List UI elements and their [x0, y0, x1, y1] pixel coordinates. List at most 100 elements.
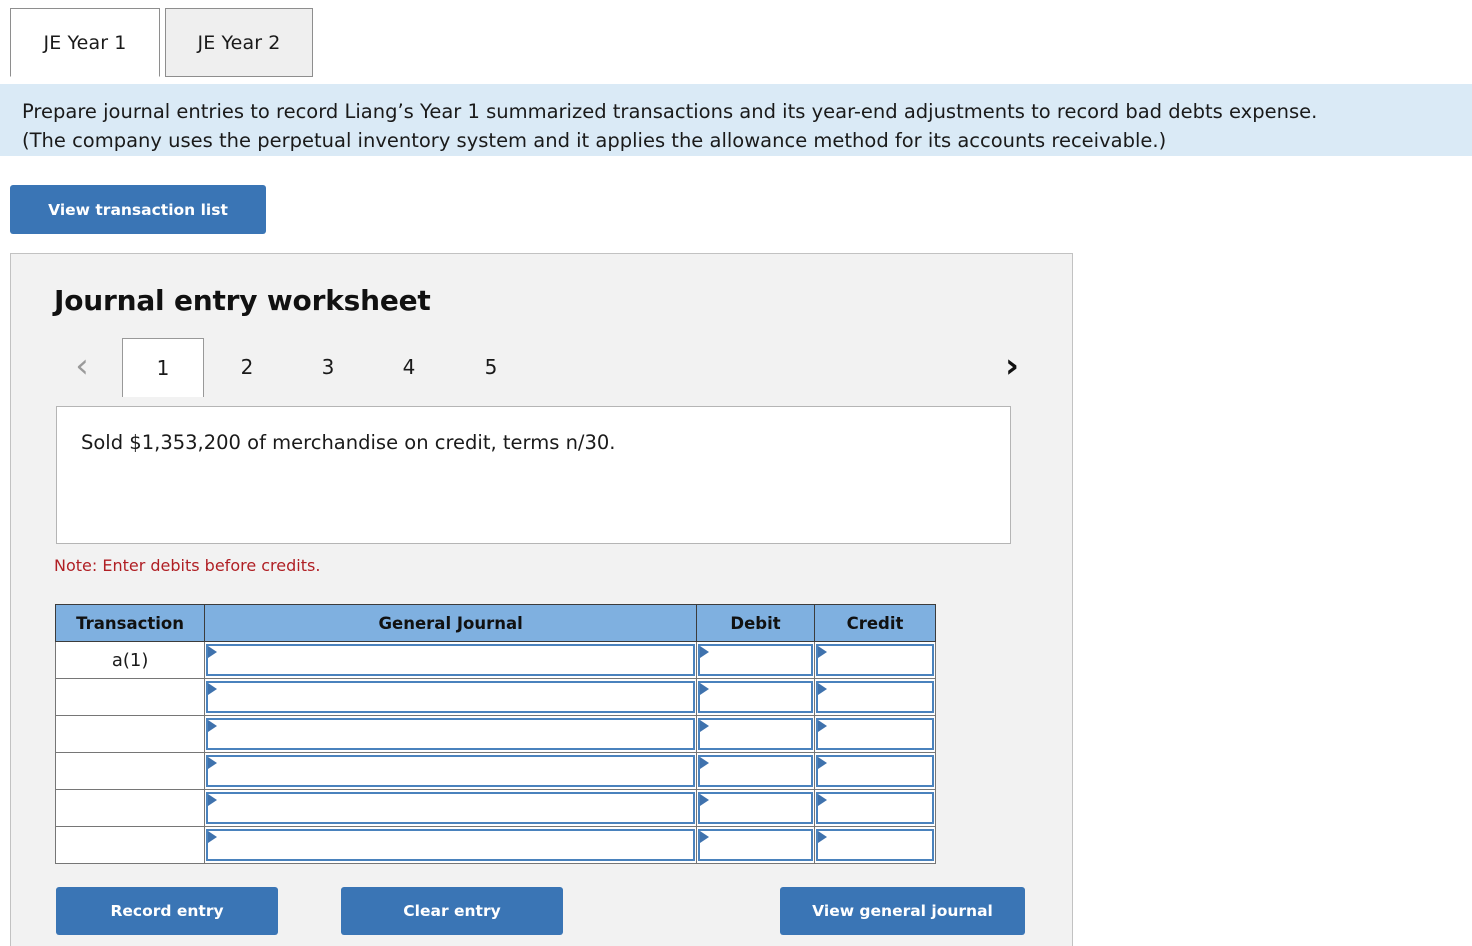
credit-input-6[interactable]	[829, 831, 930, 859]
general-journal-input-2[interactable]	[219, 683, 692, 711]
debit-input-6[interactable]	[711, 831, 810, 859]
credit-input-1[interactable]	[829, 646, 930, 674]
instruction-line-1: Prepare journal entries to record Liang’…	[22, 100, 1318, 123]
transaction-label-cell	[54, 752, 206, 790]
tab-strip: JE Year 1 JE Year 2	[0, 0, 1472, 85]
general-journal-cell[interactable]	[204, 678, 698, 716]
transaction-label-cell: a(1)	[54, 641, 206, 679]
transaction-label-cell	[54, 826, 206, 864]
debit-cell[interactable]	[696, 826, 816, 864]
worksheet-pager: ‹ 1 2 3 4 5 ›	[54, 338, 1034, 397]
table-row: a(1)	[54, 641, 936, 679]
table-row	[54, 826, 936, 864]
debit-input-2[interactable]	[711, 683, 810, 711]
credit-cell[interactable]	[814, 752, 936, 790]
credit-cell[interactable]	[814, 678, 936, 716]
credit-select-4[interactable]	[816, 755, 934, 787]
transaction-description-box: Sold $1,353,200 of merchandise on credit…	[56, 406, 1011, 544]
column-header-credit: Credit	[814, 604, 936, 642]
credit-select-2[interactable]	[816, 681, 934, 713]
record-entry-button[interactable]: Record entry	[56, 887, 278, 935]
general-journal-input-1[interactable]	[219, 646, 692, 674]
debit-select-4[interactable]	[698, 755, 814, 787]
credit-input-5[interactable]	[829, 794, 930, 822]
pager-page-2[interactable]: 2	[206, 338, 288, 396]
general-journal-cell[interactable]	[204, 715, 698, 753]
debit-select-2[interactable]	[698, 681, 814, 713]
general-journal-input-4[interactable]	[219, 757, 692, 785]
general-journal-input-6[interactable]	[219, 831, 692, 859]
table-row	[54, 789, 936, 827]
debit-input-3[interactable]	[711, 720, 810, 748]
tab-je-year-2-label: JE Year 2	[197, 31, 281, 54]
credit-select-5[interactable]	[816, 792, 934, 824]
pager-page-4[interactable]: 4	[368, 338, 450, 396]
pager-page-5[interactable]: 5	[450, 338, 532, 396]
column-header-general-journal: General Journal	[204, 604, 698, 642]
credit-input-4[interactable]	[829, 757, 930, 785]
credit-cell[interactable]	[814, 641, 936, 679]
credit-select-3[interactable]	[816, 718, 934, 750]
dropdown-triangle-icon	[700, 683, 710, 695]
debit-cell[interactable]	[696, 752, 816, 790]
credit-input-3[interactable]	[829, 720, 930, 748]
dropdown-triangle-icon	[208, 757, 218, 769]
transaction-label-cell	[54, 678, 206, 716]
general-journal-select-1[interactable]	[206, 644, 696, 676]
tab-je-year-1[interactable]: JE Year 1	[10, 8, 160, 77]
view-general-journal-button[interactable]: View general journal	[780, 887, 1025, 935]
general-journal-cell[interactable]	[204, 789, 698, 827]
credit-cell[interactable]	[814, 789, 936, 827]
dropdown-triangle-icon	[818, 683, 828, 695]
transaction-label-cell	[54, 715, 206, 753]
debit-input-1[interactable]	[711, 646, 810, 674]
debit-cell[interactable]	[696, 641, 816, 679]
dropdown-triangle-icon	[818, 646, 828, 658]
credit-select-1[interactable]	[816, 644, 934, 676]
general-journal-select-3[interactable]	[206, 718, 696, 750]
pager-page-1[interactable]: 1	[122, 338, 204, 397]
pager-page-3[interactable]: 3	[287, 338, 369, 396]
general-journal-select-5[interactable]	[206, 792, 696, 824]
dropdown-triangle-icon	[700, 720, 710, 732]
pager-page-2-label: 2	[240, 355, 254, 379]
credit-cell[interactable]	[814, 715, 936, 753]
dropdown-triangle-icon	[700, 646, 710, 658]
general-journal-cell[interactable]	[204, 752, 698, 790]
debit-select-5[interactable]	[698, 792, 814, 824]
dropdown-triangle-icon	[208, 720, 218, 732]
general-journal-input-3[interactable]	[219, 720, 692, 748]
view-transaction-list-button[interactable]: View transaction list	[10, 185, 266, 234]
instruction-banner: Prepare journal entries to record Liang’…	[0, 84, 1472, 156]
chevron-left-icon[interactable]: ‹	[62, 338, 102, 393]
general-journal-select-4[interactable]	[206, 755, 696, 787]
tab-je-year-1-label: JE Year 1	[43, 31, 127, 54]
tab-je-year-2[interactable]: JE Year 2	[165, 8, 313, 77]
view-transaction-list-label: View transaction list	[48, 200, 228, 219]
chevron-right-icon[interactable]: ›	[992, 338, 1032, 393]
debit-input-4[interactable]	[711, 757, 810, 785]
credit-select-6[interactable]	[816, 829, 934, 861]
table-row	[54, 715, 936, 753]
debit-cell[interactable]	[696, 678, 816, 716]
column-header-transaction: Transaction	[54, 604, 206, 642]
general-journal-select-6[interactable]	[206, 829, 696, 861]
clear-entry-button[interactable]: Clear entry	[341, 887, 563, 935]
general-journal-select-2[interactable]	[206, 681, 696, 713]
clear-entry-label: Clear entry	[403, 902, 501, 920]
debit-select-1[interactable]	[698, 644, 814, 676]
general-journal-cell[interactable]	[204, 641, 698, 679]
general-journal-input-5[interactable]	[219, 794, 692, 822]
credit-input-2[interactable]	[829, 683, 930, 711]
dropdown-triangle-icon	[700, 794, 710, 806]
debit-cell[interactable]	[696, 715, 816, 753]
debit-input-5[interactable]	[711, 794, 810, 822]
debit-cell[interactable]	[696, 789, 816, 827]
debit-select-6[interactable]	[698, 829, 814, 861]
journal-entry-table: Transaction General Journal Debit Credit…	[54, 604, 936, 864]
general-journal-cell[interactable]	[204, 826, 698, 864]
debit-select-3[interactable]	[698, 718, 814, 750]
table-header-row: Transaction General Journal Debit Credit	[54, 604, 936, 642]
dropdown-triangle-icon	[818, 831, 828, 843]
credit-cell[interactable]	[814, 826, 936, 864]
